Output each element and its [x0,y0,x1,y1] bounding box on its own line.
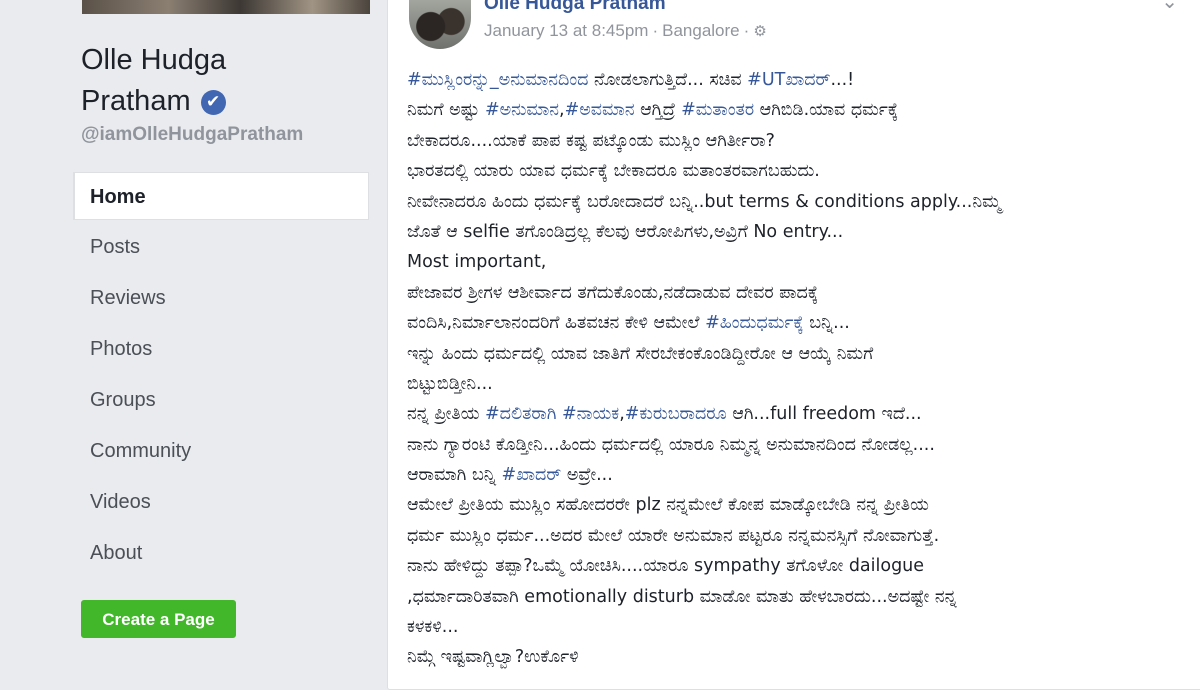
post-text-segment: ನಿಮ್ಗೆ ಇಷ್ಟವಾಗ್ಲಿಲ್ವಾ?ಉರ್ಕೊಳಿ [407,647,579,668]
meta-separator: · [743,21,750,40]
post-text-segment: ಬನ್ನಿ... [803,313,850,334]
hashtag-link[interactable]: #UTಖಾದರ್ [747,70,830,90]
post-text-segment: ನಾನು ಗ್ಯಾರಂಟಿ ಕೊಡ್ತೀನಿ...ಹಿಂದು ಧರ್ಮದಲ್ಲಿ… [407,434,935,455]
post-text-line: ಆಮೇಲೆ ಪ್ರೀತಿಯ ಮುಸ್ಲಿಂ ಸಹೋದರರೇ plz ನನ್ನಮೇ… [407,490,1197,520]
post-text-segment: ಜೊತೆ ಆ selfie ತಗೊಂಡಿದ್ರಲ್ಲ ಕೆಲವು ಆರೋಪಿಗಳ… [407,221,844,242]
post-text-line: ಜೊತೆ ಆ selfie ತಗೊಂಡಿದ್ರಲ್ಲ ಕೆಲವು ಆರೋಪಿಗಳ… [407,217,1197,247]
sidebar-item-photos[interactable]: Photos [73,325,369,373]
page-nav: Home Posts Reviews Photos Groups Community Vid… [73,172,369,580]
post-text-line: ನೀವೇನಾದರೂ ಹಿಂದು ಧರ್ಮಕ್ಕೆ ಬರೋದಾದರೆ ಬನ್ನಿ.… [407,187,1197,217]
post-text-segment: ವಂದಿಸಿ,ನಿರ್ಮಾಲಾನಂದರಿಗೆ ಹಿತವಚನ ಕೇಳಿ ಆಮೇಲೆ [407,313,706,334]
post-text-segment: ಬೇಕಾದರೂ....ಯಾಕೆ ಪಾಪ ಕಷ್ಟ ಪಟ್ಕೊಂಡು ಮುಸ್ಲಿ… [407,130,775,151]
hashtag-link[interactable]: #ಹಿಂದುಧರ್ಮಕ್ಕೆ [705,313,804,333]
page-username[interactable]: @iamOlleHudgaPratham [81,124,303,146]
globe-icon[interactable]: ⚙ [753,23,766,40]
post-text-line: ನಾನು ಹೇಳಿದ್ದು ತಪ್ಪಾ?ಒಮ್ಮೆ ಯೋಚಿಸಿ....ಯಾರೂ… [407,551,1197,581]
hashtag-link[interactable]: #ಮುಸ್ಲಿಂರನ್ನು_ಅನುಮಾನದಿಂದ [407,70,588,90]
post-card: Olle Hudga Pratham January 13 at 8:45pm ·… [387,0,1200,690]
post-text-line: ಪೇಜಾವರ ಶ್ರೀಗಳ ಆಶೀರ್ವಾದ ತಗೆದುಕೊಂಡು,ನಡೆದಾಡ… [407,278,1197,308]
post-text-segment: ಆಮೇಲೆ ಪ್ರೀತಿಯ ಮುಸ್ಲಿಂ ಸಹೋದರರೇ plz ನನ್ನಮೇ… [407,495,929,516]
post-text-segment: ಇನ್ನು ಹಿಂದು ಧರ್ಮದಲ್ಲಿ ಯಾವ ಜಾತಿಗೆ ಸೇರಬೇಕಂ… [407,343,874,364]
post-text-segment: ನೀವೇನಾದರೂ ಹಿಂದು ಧರ್ಮಕ್ಕೆ ಬರೋದಾದರೆ ಬನ್ನಿ.… [407,191,1002,212]
post-text-line: #ಮುಸ್ಲಿಂರನ್ನು_ಅನುಮಾನದಿಂದ ನೋಡಲಾಗುತ್ತಿದೆ..… [407,65,1197,95]
post-text-segment: ನಿಮಗೆ ಅಷ್ಟು [407,100,485,121]
post-text-segment: ನನ್ನ ಪ್ರೀತಿಯ [407,404,485,425]
sidebar-item-about[interactable]: About [73,529,369,577]
post-text-segment: ಆಗಿಬಿಡಿ.ಯಾವ ಧರ್ಮಕ್ಕೆ [754,100,899,121]
post-text-line: ವಂದಿಸಿ,ನಿರ್ಮಾಲಾನಂದರಿಗೆ ಹಿತವಚನ ಕೇಳಿ ಆಮೇಲೆ… [407,308,1197,338]
post-text-segment: ಆಗ್ತಿದ್ರೆ [634,100,682,121]
post-text-segment: ನೋಡಲಾಗುತ್ತಿದೆ... ಸಚಿವ [588,70,748,90]
post-text-segment: ಆರಾಮಾಗಿ ಬನ್ನಿ [407,465,502,486]
sidebar-item-home[interactable]: Home [73,172,369,220]
hashtag-link[interactable]: #ಕುರುಬರಾದರೂ [625,404,727,424]
hashtag-link[interactable]: #ಖಾದರ್ [501,465,561,485]
post-text-line: Most important, [407,247,1197,277]
post-text-line: ನಿಮ್ಗೆ ಇಷ್ಟವಾಗ್ಲಿಲ್ವಾ?ಉರ್ಕೊಳಿ [407,642,1197,672]
post-location[interactable]: Bangalore [662,21,740,40]
page-name-line2[interactable]: Pratham [81,85,191,117]
post-text-segment: ಕಳಕಳಿ... [407,617,459,638]
hashtag-link[interactable]: #ಅವಮಾನ [565,100,635,120]
post-text-line: ,ಧರ್ಮಾದಾರಿತವಾಗಿ emotionally disturb ಮಾಡೋ… [407,582,1197,612]
post-text-line: ಭಾರತದಲ್ಲಿ ಯಾರು ಯಾವ ಧರ್ಮಕ್ಕೆ ಬೇಕಾದರೂ ಮತಾಂ… [407,156,1197,186]
page-title[interactable]: Olle Hudga Pratham ✔ [81,40,381,122]
post-text-line: ನಿಮಗೆ ಅಷ್ಟು #ಅನುಮಾನ,#ಅವಮಾನ ಆಗ್ತಿದ್ರೆ #ಮತ… [407,95,1197,125]
post-text-segment: ಭಾರತದಲ್ಲಿ ಯಾರು ಯಾವ ಧರ್ಮಕ್ಕೆ ಬೇಕಾದರೂ ಮತಾಂ… [407,161,820,182]
create-page-button[interactable]: Create a Page [81,600,236,638]
hashtag-link[interactable]: #ಮತಾಂತರ [681,100,754,120]
post-options-chevron-icon[interactable]: ⌄ [1161,0,1178,13]
hashtag-link[interactable]: #ದಲಿತರಾಗಿ [485,404,556,424]
post-text-segment: ಬಿಟ್ಟುಬಿಡ್ತೀನಿ... [407,373,493,394]
cover-photo[interactable] [82,0,370,14]
post-text-segment: ನಾನು ಹೇಳಿದ್ದು ತಪ್ಪಾ?ಒಮ್ಮೆ ಯೋಚಿಸಿ....ಯಾರೂ… [407,556,925,577]
post-text-line: ನನ್ನ ಪ್ರೀತಿಯ #ದಲಿತರಾಗಿ #ನಾಯಕ,#ಕುರುಬರಾದರೂ… [407,399,1197,429]
page-sidebar: Olle Hudga Pratham ✔ @iamOlleHudgaPratha… [0,0,386,675]
verified-badge-icon: ✔ [200,90,226,115]
post-text-line: ಧರ್ಮ ಮುಸ್ಲಿಂ ಧರ್ಮ...ಅದರ ಮೇಲೆ ಯಾರೇ ಅನುಮಾನ… [407,521,1197,551]
post-text-line: ಕಳಕಳಿ... [407,612,1197,642]
post-text-line: ಇನ್ನು ಹಿಂದು ಧರ್ಮದಲ್ಲಿ ಯಾವ ಜಾತಿಗೆ ಸೇರಬೇಕಂ… [407,339,1197,369]
post-text-segment: Most important, [407,252,547,273]
post-text-segment: ...! [830,70,855,90]
sidebar-item-community[interactable]: Community [73,427,369,475]
post-text-segment: ಧರ್ಮ ಮುಸ್ಲಿಂ ಧರ್ಮ...ಅದರ ಮೇಲೆ ಯಾರೇ ಅನುಮಾನ… [407,525,940,546]
post-timestamp[interactable]: January 13 at 8:45pm [484,21,648,40]
post-author-link[interactable]: Olle Hudga Pratham [484,0,666,15]
post-text-line: ಬೇಕಾದರೂ....ಯಾಕೆ ಪಾಪ ಕಷ್ಟ ಪಟ್ಕೊಂಡು ಮುಸ್ಲಿ… [407,126,1197,156]
post-text-line: ಆರಾಮಾಗಿ ಬನ್ನಿ #ಖಾದರ್ ಅವ್ರೇ... [407,460,1197,490]
sidebar-item-videos[interactable]: Videos [73,478,369,526]
post-text-segment: ಪೇಜಾವರ ಶ್ರೀಗಳ ಆಶೀರ್ವಾದ ತಗೆದುಕೊಂಡು,ನಡೆದಾಡ… [407,282,819,303]
page-name-line1[interactable]: Olle Hudga [81,44,226,76]
post-text-segment: ಆಗಿ...full freedom ಇದೆ... [726,404,922,425]
hashtag-link[interactable]: #ನಾಯಕ [562,404,619,424]
author-avatar[interactable] [409,0,471,49]
post-meta: January 13 at 8:45pm · Bangalore · ⚙ [484,21,767,41]
post-text-segment: ಅವ್ರೇ... [561,465,613,486]
sidebar-item-posts[interactable]: Posts [73,223,369,271]
post-text-line: ಬಿಟ್ಟುಬಿಡ್ತೀನಿ... [407,369,1197,399]
sidebar-item-groups[interactable]: Groups [73,376,369,424]
meta-separator: · [652,21,659,40]
post-text-line: ನಾನು ಗ್ಯಾರಂಟಿ ಕೊಡ್ತೀನಿ...ಹಿಂದು ಧರ್ಮದಲ್ಲಿ… [407,430,1197,460]
sidebar-item-reviews[interactable]: Reviews [73,274,369,322]
hashtag-link[interactable]: #ಅನುಮಾನ [485,100,559,120]
post-text-segment: ,ಧರ್ಮಾದಾರಿತವಾಗಿ emotionally disturb ಮಾಡೋ… [407,586,957,607]
post-text: #ಮುಸ್ಲಿಂರನ್ನು_ಅನುಮಾನದಿಂದ ನೋಡಲಾಗುತ್ತಿದೆ..… [407,65,1197,673]
